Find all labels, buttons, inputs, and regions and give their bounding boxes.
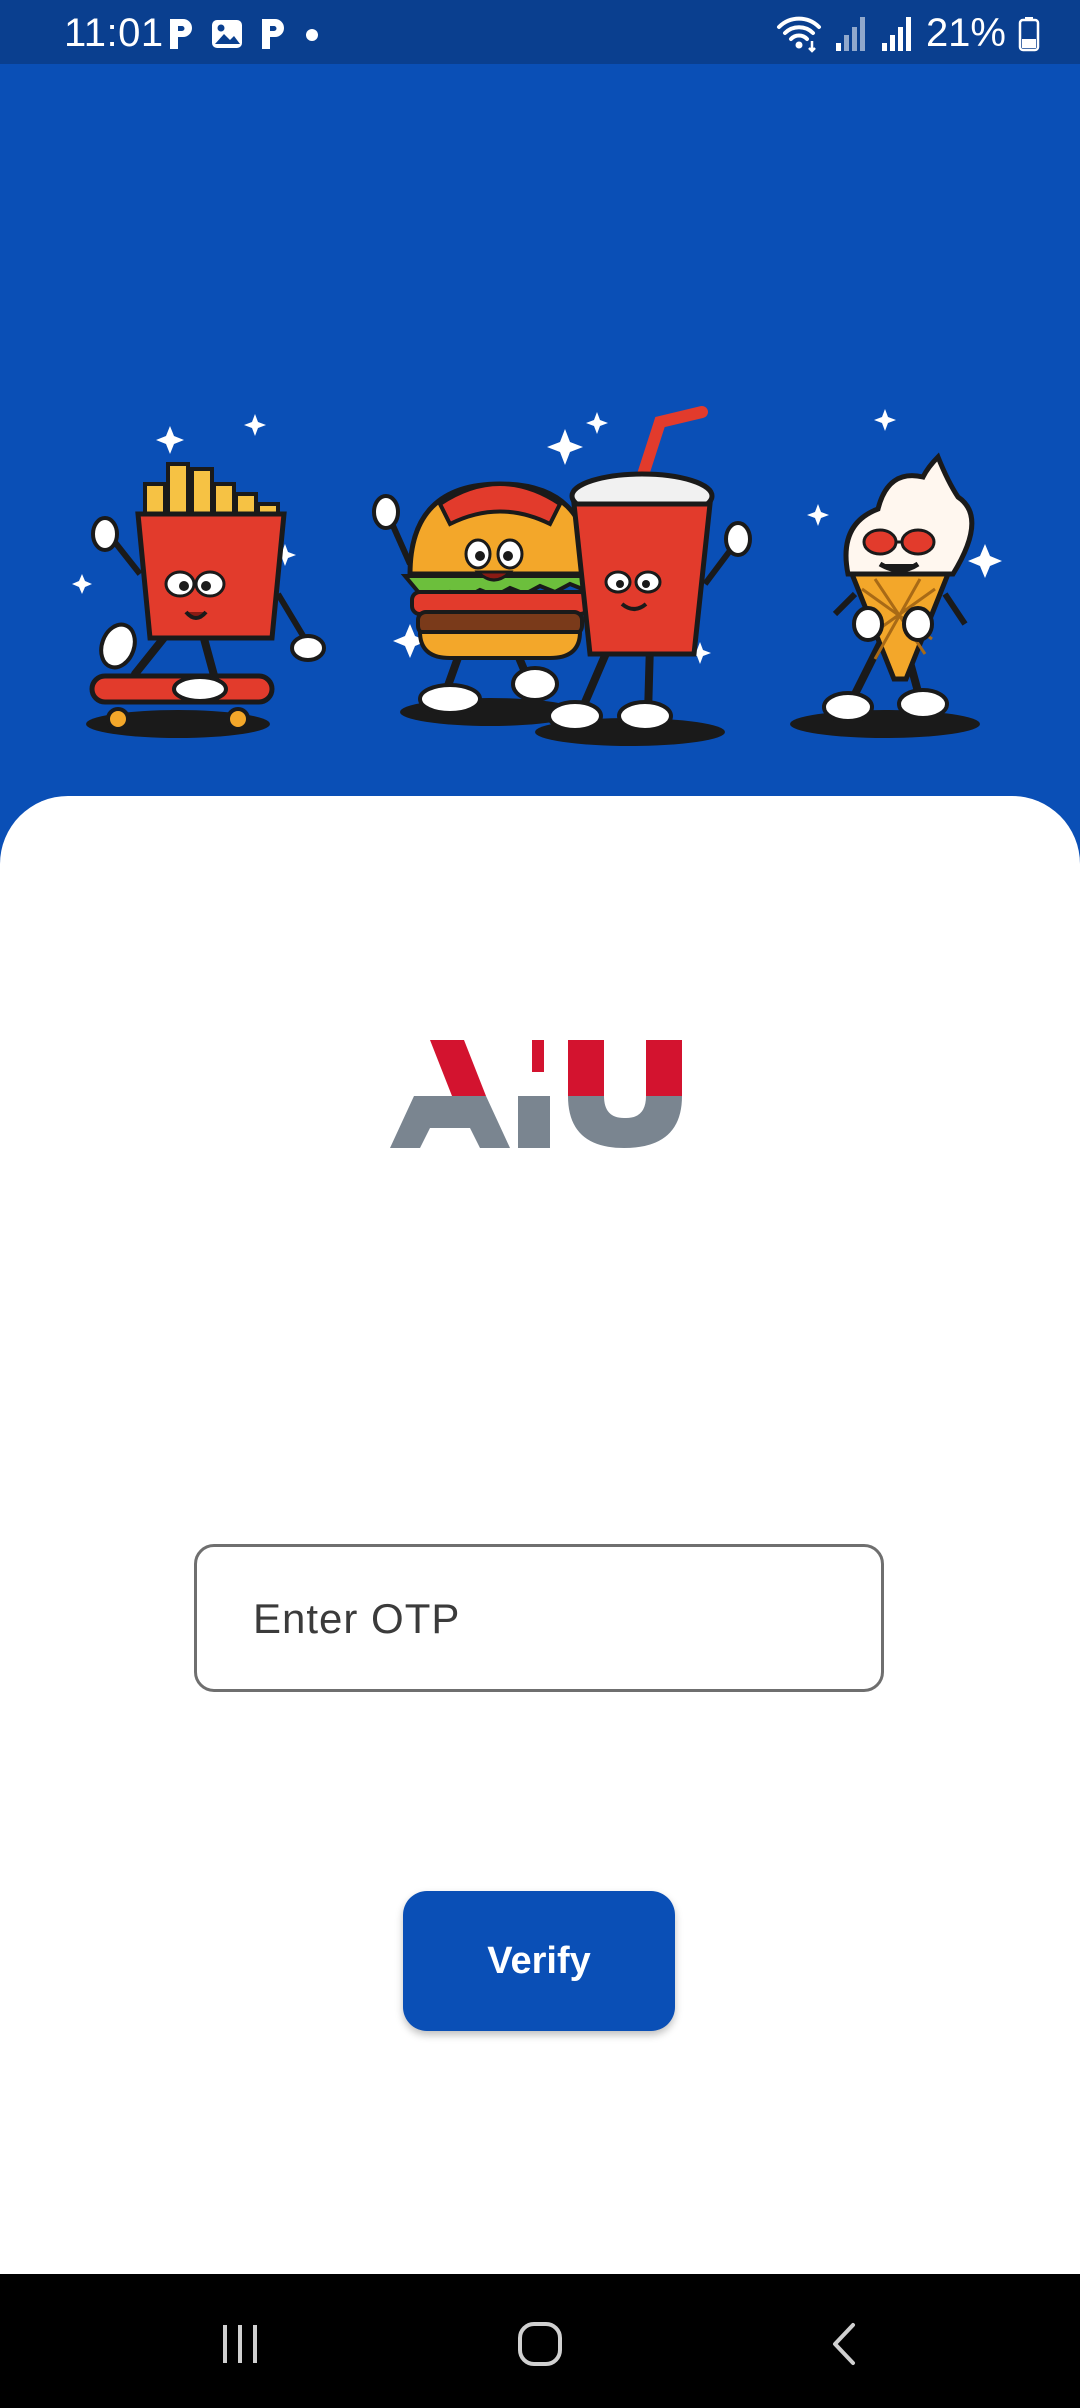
hero-banner	[0, 64, 1080, 824]
wifi-icon	[776, 16, 821, 53]
food-mascots-illustration	[72, 406, 1002, 746]
alu-logo	[390, 1040, 682, 1148]
ice-cream-mascot	[790, 452, 980, 738]
otp-input[interactable]	[251, 1547, 855, 1691]
system-status: 21%	[776, 8, 1040, 58]
gallery-icon	[212, 20, 242, 48]
dot-icon	[306, 29, 318, 41]
signal-icon	[881, 17, 911, 51]
p-icon	[170, 19, 192, 49]
burger-mascot	[372, 481, 599, 726]
home-icon	[518, 2322, 562, 2366]
recents-button[interactable]	[200, 2304, 280, 2384]
signal-icon	[835, 17, 865, 51]
battery-icon	[1018, 17, 1040, 52]
otp-field[interactable]	[194, 1544, 884, 1692]
home-button[interactable]	[500, 2304, 580, 2384]
status-bar: 11:01 21%	[0, 0, 1080, 64]
back-button[interactable]	[805, 2304, 885, 2384]
back-icon	[833, 2323, 855, 2365]
battery-percent: 21%	[925, 11, 1006, 55]
fries-mascot	[86, 462, 326, 738]
otp-screen: 11:01 21% Enter OTP Verify	[0, 0, 1080, 2408]
p-icon	[262, 19, 284, 49]
otp-card	[0, 796, 1080, 2274]
notification-icons	[166, 14, 322, 54]
recents-icon	[223, 2325, 257, 2363]
status-time: 11:01	[64, 11, 164, 55]
verify-button[interactable]: Verify	[403, 1891, 675, 2031]
navigation-bar	[0, 2274, 1080, 2408]
